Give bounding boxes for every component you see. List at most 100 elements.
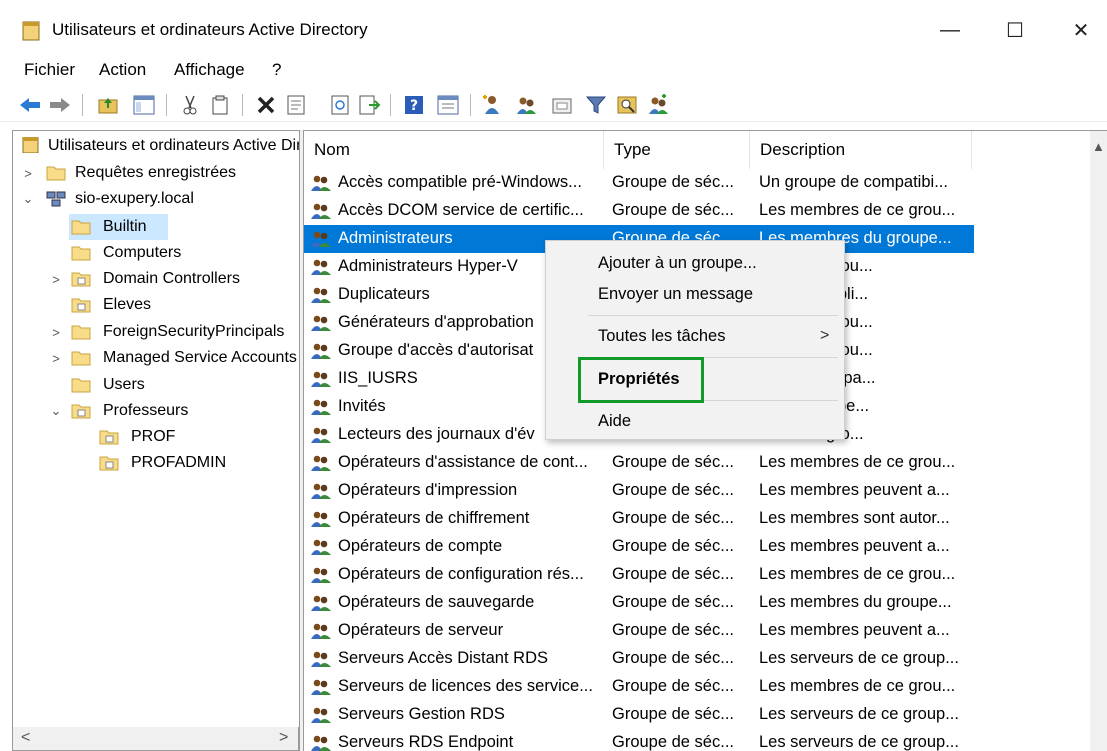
tree-pane: Utilisateurs et ordinateurs Active Direc… [12,130,299,751]
collapse-icon[interactable]: ⌄ [21,191,35,206]
folder-icon [71,378,91,393]
toolbar-separator [242,94,243,116]
tree-item-label: Requêtes enregistrées [75,164,236,181]
menu-separator [588,315,838,316]
properties-icon[interactable] [284,93,308,117]
forward-icon[interactable] [48,93,72,117]
expand-icon[interactable]: > [49,325,63,340]
refresh-icon[interactable] [328,93,352,117]
find-icon[interactable] [616,93,640,117]
delete-icon[interactable] [254,93,278,117]
table-row[interactable]: Serveurs RDS Endpoint Groupe de séc... Les… [304,729,974,751]
folder-icon [71,325,91,340]
tree-root[interactable]: Utilisateurs et ordinateurs Active Direc… [13,134,299,158]
cut-icon[interactable] [178,93,202,117]
group-icon [310,286,332,304]
table-row[interactable]: Accès DCOM service de certific... Groupe … [304,197,974,225]
folder-icon [71,246,91,261]
expand-icon[interactable]: > [21,166,35,181]
scroll-right-icon[interactable]: > [279,729,288,747]
table-row[interactable]: Opérateurs de configuration rés... Groupe… [304,561,974,589]
table-row[interactable]: Opérateurs de compte Groupe de séc... Les … [304,533,974,561]
close-button[interactable]: ✕ [1059,8,1103,52]
tree-item-label: Managed Service Accounts [103,349,297,366]
tree-item-eleves[interactable]: Eleves [13,293,299,317]
group-icon [310,202,332,220]
tree-item-domain[interactable]: ⌄ sio-exupery.local [13,187,299,211]
table-row[interactable]: Serveurs Gestion RDS Groupe de séc... Les … [304,701,974,729]
tree-item-users[interactable]: Users [13,373,299,397]
row-description: Les membres de ce grou... [759,677,956,695]
tree-item-builtin[interactable]: Builtin [13,215,299,239]
row-description: Les serveurs de ce group... [759,705,959,723]
list-vertical-scrollbar[interactable]: ▲ [1090,130,1107,751]
table-row[interactable]: Serveurs Accès Distant RDS Groupe de séc.… [304,645,974,673]
table-row[interactable]: Serveurs de licences des service... Group… [304,673,974,701]
row-name: Serveurs de licences des service... [338,677,593,695]
ou-folder-icon [71,404,91,419]
row-type: Groupe de séc... [612,481,734,499]
menu-action[interactable]: Action [99,60,146,80]
add-to-group-icon[interactable] [646,93,670,117]
group-icon [310,426,332,444]
column-header-type[interactable]: Type [604,131,750,169]
tree-item-domain-controllers[interactable]: > Domain Controllers [13,267,299,291]
collapse-icon[interactable]: ⌄ [49,403,63,418]
tree-root-label: Utilisateurs et ordinateurs Active Direc… [48,137,299,154]
menu-fichier[interactable]: Fichier [24,60,75,80]
row-type: Groupe de séc... [612,453,734,471]
filter-icon[interactable] [584,93,608,117]
group-icon [310,258,332,276]
table-row[interactable]: Opérateurs de serveur Groupe de séc... Les… [304,617,974,645]
help-icon[interactable]: ? [402,93,426,117]
minimize-button[interactable]: — [928,8,972,52]
folder-icon [71,220,91,235]
back-icon[interactable] [18,93,42,117]
column-header-description[interactable]: Description [750,131,972,169]
group-icon [310,230,332,248]
expand-icon[interactable]: > [49,351,63,366]
menu-item-all-tasks[interactable]: Toutes les tâches [598,327,726,346]
tree-item-label: ForeignSecurityPrincipals [103,323,285,340]
tree-item-foreign-security-principals[interactable]: > ForeignSecurityPrincipals [13,320,299,344]
tree-item-profadmin[interactable]: PROFADMIN [13,451,299,475]
scroll-left-icon[interactable]: < [21,729,30,747]
tree-item-managed-service-accounts[interactable]: > Managed Service Accounts [13,346,299,370]
menu-item-help[interactable]: Aide [598,412,631,431]
row-name: Lecteurs des journaux d'év [338,425,535,443]
menu-item-send-message[interactable]: Envoyer un message [598,285,753,304]
show-hide-tree-icon[interactable] [132,93,156,117]
domain-icon [46,191,66,207]
table-row[interactable]: Opérateurs de chiffrement Groupe de séc..… [304,505,974,533]
tree-item-saved-queries[interactable]: > Requêtes enregistrées [13,161,299,185]
table-row[interactable]: Opérateurs d'impression Groupe de séc... L… [304,477,974,505]
tree-item-computers[interactable]: Computers [13,241,299,265]
row-type: Groupe de séc... [612,509,734,527]
menu-affichage[interactable]: Affichage [174,60,245,80]
expand-icon[interactable]: > [49,272,63,287]
table-row[interactable]: Opérateurs d'assistance de cont... Groupe… [304,449,974,477]
menu-help[interactable]: ? [272,60,281,80]
table-row[interactable]: Opérateurs de sauvegarde Groupe de séc...… [304,589,974,617]
group-icon [310,594,332,612]
table-row[interactable]: Accès compatible pré-Windows... Groupe de… [304,169,974,197]
row-name: Opérateurs de chiffrement [338,509,530,527]
copy-icon[interactable] [208,93,232,117]
tree-item-label: sio-exupery.local [75,190,194,207]
new-ou-icon[interactable] [550,93,574,117]
row-description: Les serveurs de ce group... [759,649,959,667]
tree-item-prof[interactable]: PROF [13,425,299,449]
column-header-nom[interactable]: Nom [304,131,604,169]
maximize-button[interactable]: ☐ [993,8,1037,52]
tree-horizontal-scrollbar[interactable]: < > [12,727,299,751]
scroll-up-icon[interactable]: ▲ [1092,139,1105,154]
up-folder-icon[interactable] [96,93,120,117]
new-user-icon[interactable] [480,93,504,117]
new-group-icon[interactable] [514,93,538,117]
tree-item-professeurs[interactable]: ⌄ Professeurs [13,399,299,423]
view-icon[interactable] [436,93,460,117]
export-icon[interactable] [358,93,382,117]
menu-item-add-to-group[interactable]: Ajouter à un groupe... [598,254,757,273]
group-icon [310,174,332,192]
row-name: Opérateurs de serveur [338,621,504,639]
